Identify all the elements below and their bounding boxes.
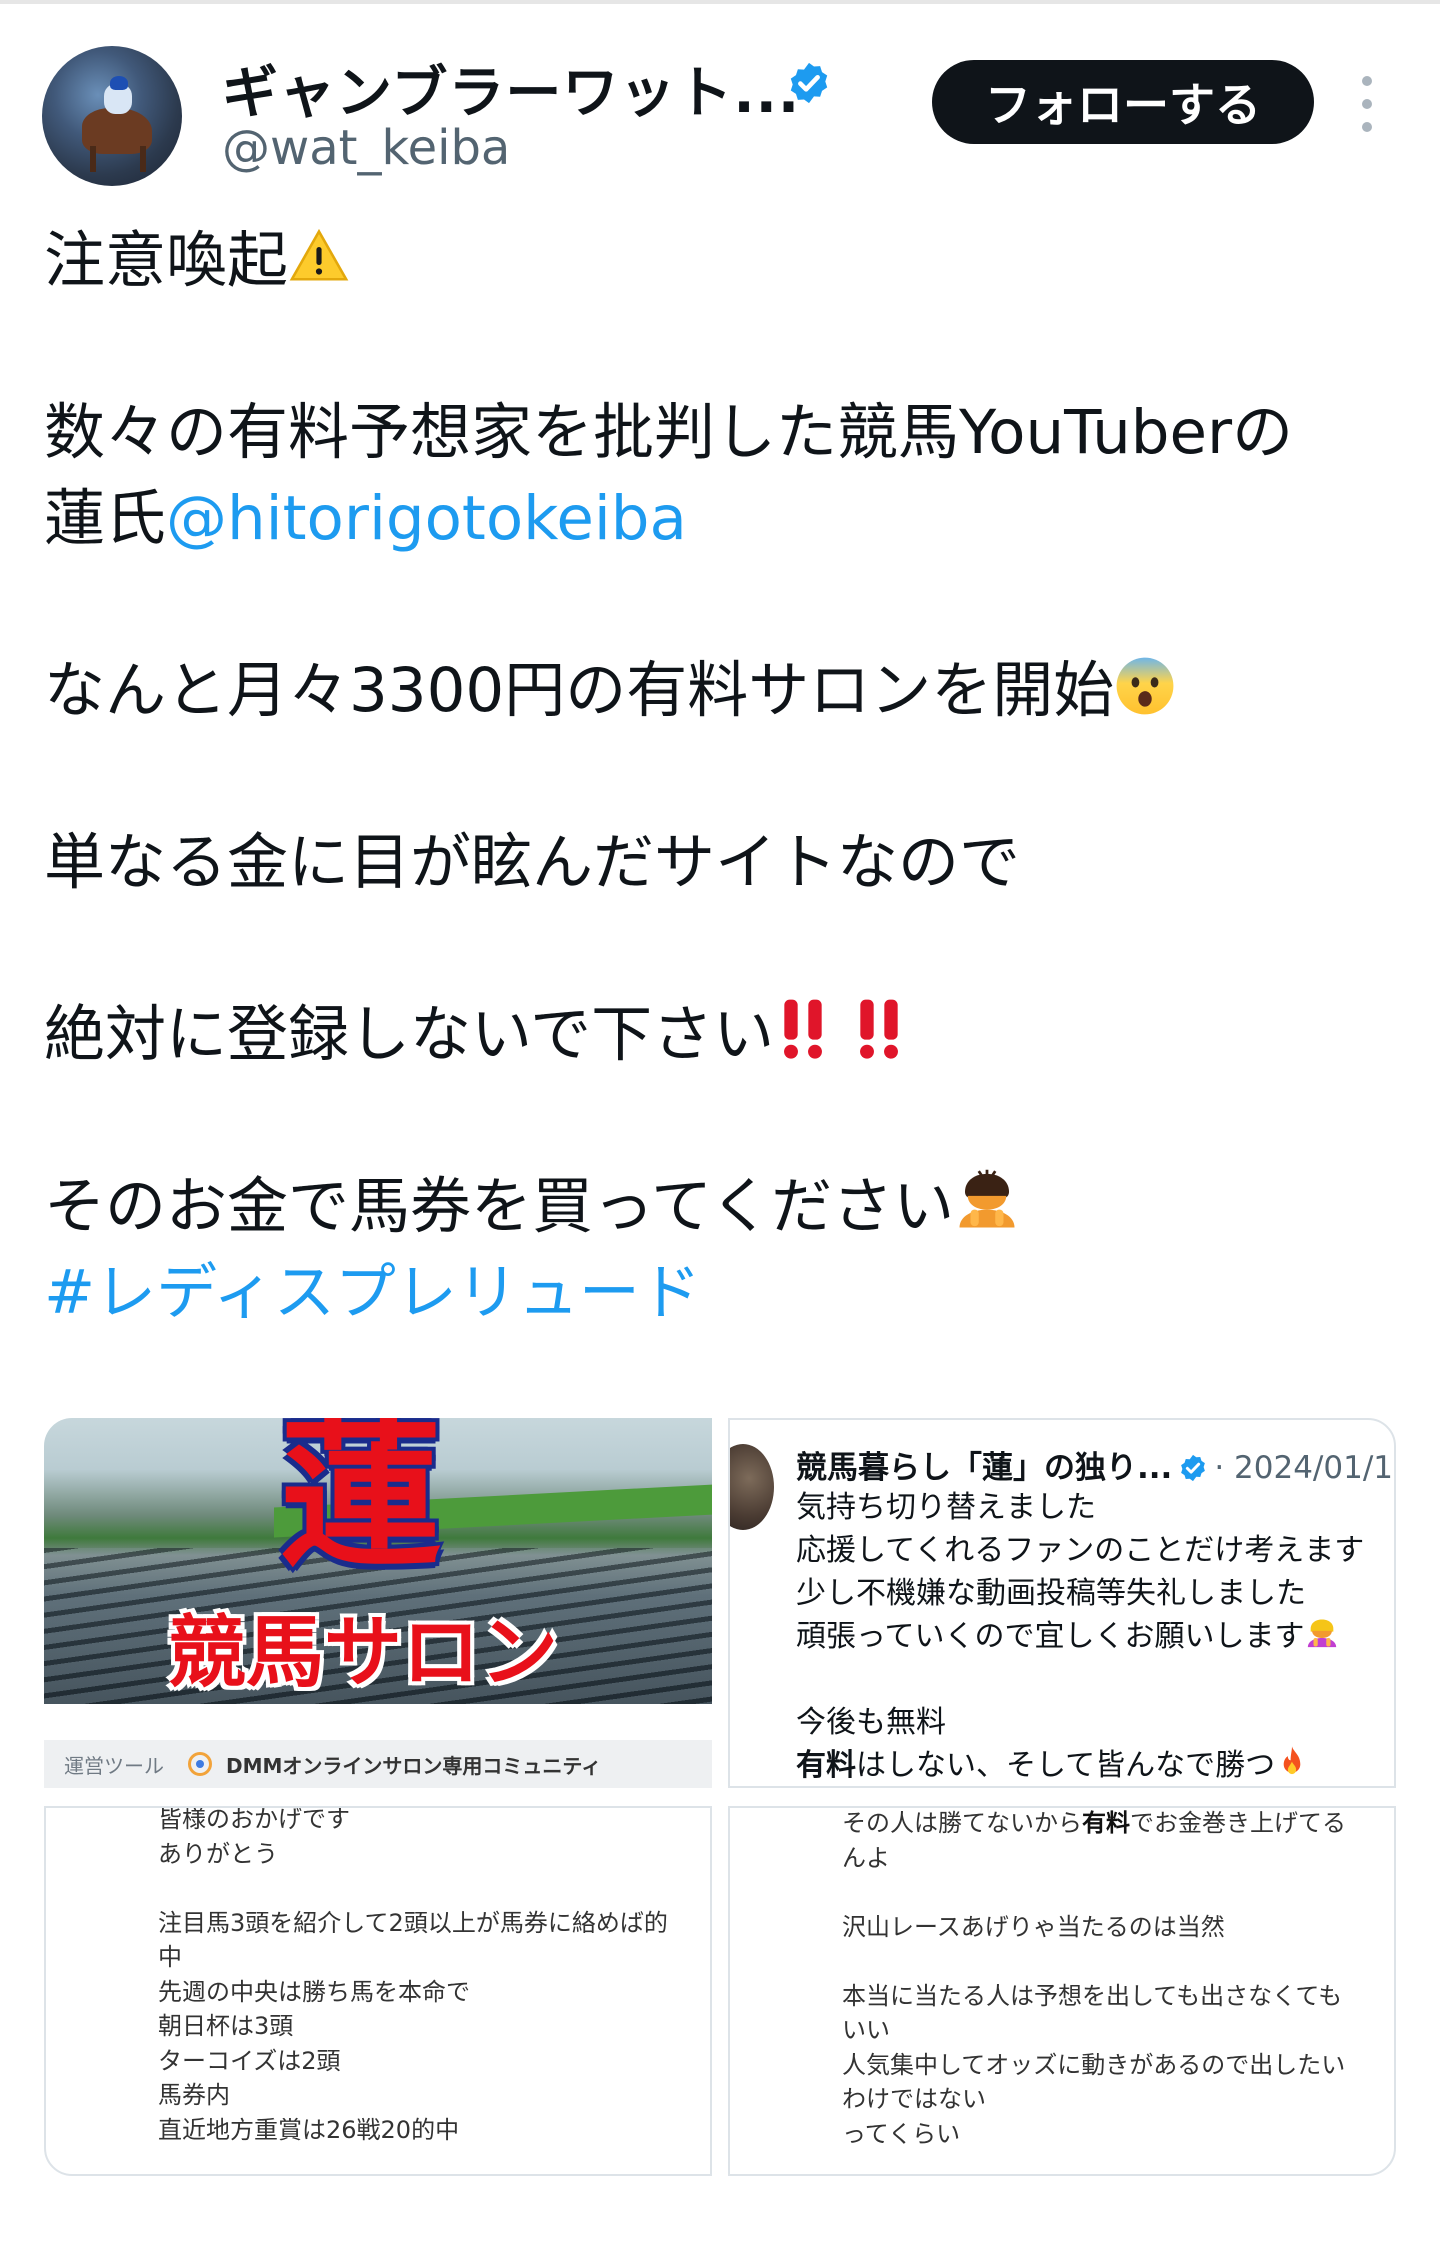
- quoted-name: 競馬暮らし「蓮」の独り...: [796, 1450, 1173, 1486]
- quoted-header: 競馬暮らし「蓮」の独り... · 2024/01/17: [796, 1442, 1396, 1487]
- salon-footer-community: DMMオンラインサロン専用コミュニティ: [226, 1753, 602, 1778]
- quoted-line-text: 頑張っていくので宜しくお願いします: [796, 1619, 1305, 1654]
- double-exclamation-icon: [784, 999, 823, 1059]
- stats-line: 馬券内: [158, 2081, 230, 2109]
- avatar-jockey-cap: [110, 76, 128, 90]
- stats-screenshot[interactable]: 皆様のおかげです ありがとう 注目馬3頭を紹介して2頭以上が馬券に絡めば的 中 …: [44, 1806, 712, 2176]
- fearful-face-icon: [1116, 657, 1174, 715]
- stats-line: 朝日杯は3頭: [158, 2012, 294, 2040]
- tweet-line-text: 数々の有料予想家を批判した競馬YouTuberの: [44, 397, 1294, 468]
- top-divider: [0, 0, 1440, 4]
- reply-line: わけではない: [842, 2085, 986, 2113]
- tweet-line: 注意喚起: [44, 218, 1424, 304]
- reply-line: いい: [842, 2016, 890, 2044]
- tweet-line: 蓮氏@hitorigotokeiba: [44, 476, 1424, 562]
- display-name[interactable]: ギャンブラーワット...: [222, 48, 800, 129]
- reply-text: その人は勝てないから有料でお金巻き上げてる んよ 沢山レースあげりゃ当たるのは当…: [842, 1808, 1346, 2151]
- verified-badge-icon: [790, 62, 828, 104]
- salon-footer-tool: 運営ツール: [64, 1753, 164, 1778]
- tweet-line-text: 注意喚起: [44, 225, 289, 296]
- stats-line: ありがとう: [158, 1839, 278, 1868]
- tweet-line-text: なんと月々3300円の有料サロンを開始: [44, 655, 1115, 726]
- reply-line-text: でお金巻き上げてる: [1130, 1809, 1346, 1837]
- bowing-woman-icon: [1307, 1619, 1336, 1648]
- quoted-bold-word: 有料: [796, 1748, 856, 1783]
- tweet-line-text: 絶対に登録しないで下さい: [44, 999, 775, 1070]
- fire-icon: [1283, 1746, 1301, 1775]
- stats-line: [158, 1871, 668, 1906]
- stats-text: 皆様のおかげです ありがとう 注目馬3頭を紹介して2頭以上が馬券に絡めば的 中 …: [158, 1806, 668, 2147]
- salon-subtitle: 競馬サロン: [168, 1608, 559, 1698]
- quoted-date: · 2024/01/17: [1214, 1450, 1396, 1486]
- tweet-line: なんと月々3300円の有料サロンを開始: [44, 648, 1424, 734]
- quoted-text: 気持ち切り替えました 応援してくれるファンのことだけ考えます 少し不機嫌な動画投…: [796, 1486, 1365, 1786]
- stats-line: 直近地方重賞は26戦20的中: [158, 2115, 460, 2144]
- reply-line: 本当に当たる人は予想を出しても出さなくても: [842, 1981, 1343, 2010]
- salon-image[interactable]: 蓮 競馬サロン 運営ツール DMMオンラインサロン専用コミュニティ: [44, 1418, 712, 1788]
- reply-screenshot[interactable]: その人は勝てないから有料でお金巻き上げてる んよ 沢山レースあげりゃ当たるのは当…: [728, 1806, 1396, 2176]
- quoted-line: 今後も無料: [796, 1705, 946, 1740]
- tweet-text: 注意喚起 数々の有料予想家を批判した競馬YouTuberの 蓮氏@hitorig…: [44, 218, 1424, 1336]
- tweet-line-text: 単なる金に目が眩んだサイトなので: [44, 827, 1021, 898]
- racecourse-photo: 蓮 競馬サロン: [44, 1418, 712, 1704]
- reply-line: 沢山レースあげりゃ当たるのは当然: [842, 1912, 1225, 1941]
- salon-title: 蓮: [280, 1418, 442, 1589]
- dmm-logo-icon: [188, 1752, 212, 1776]
- quoted-avatar: [730, 1444, 774, 1530]
- verified-badge-icon: [1181, 1454, 1206, 1482]
- reply-line: [842, 1944, 1346, 1979]
- tweet-line: そのお金で馬券を買ってください: [44, 1164, 1424, 1250]
- follow-button[interactable]: フォローする: [932, 60, 1314, 144]
- quoted-line: 有料はしない、そして皆んなで勝つ: [796, 1744, 1364, 1786]
- user-handle[interactable]: @wat_keiba: [222, 120, 510, 176]
- tweet-line: 絶対に登録しないで下さい: [44, 992, 1424, 1078]
- quoted-line: 少し不機嫌な動画投稿等失礼しました: [796, 1576, 1306, 1611]
- stats-line: 先週の中央は勝ち馬を本命で: [158, 1977, 470, 2006]
- reply-line: 人気集中してオッズに動きがあるので出したい: [842, 2050, 1346, 2079]
- more-options-icon[interactable]: [1352, 76, 1382, 132]
- quoted-line: 頑張っていくので宜しくお願いします: [796, 1615, 1364, 1658]
- reply-bold-word: 有料: [1082, 1809, 1130, 1837]
- reply-line: その人は勝てないから有料でお金巻き上げてる: [842, 1808, 1346, 1841]
- tweet-line-text: 蓮氏: [44, 483, 167, 554]
- reply-line: [842, 1875, 1346, 1910]
- mention-link[interactable]: @hitorigotokeiba: [166, 483, 687, 554]
- reply-line: ってくらい: [842, 2119, 961, 2148]
- quoted-line-text: はしない、そして皆んなで勝つ: [856, 1748, 1276, 1783]
- media-grid: 蓮 競馬サロン 運営ツール DMMオンラインサロン専用コミュニティ 競馬暮らし「…: [44, 1418, 1396, 2176]
- quoted-line: 気持ち切り替えました: [796, 1490, 1096, 1525]
- quoted-line: 応援してくれるファンのことだけ考えます: [796, 1533, 1365, 1568]
- double-exclamation-icon: [860, 999, 899, 1059]
- reply-line-text: その人は勝てないから: [842, 1809, 1082, 1837]
- tweet-line-text: そのお金で馬券を買ってください: [44, 1171, 955, 1242]
- bowing-person-icon: [959, 1169, 1015, 1228]
- avatar-horse-legs: [90, 146, 146, 172]
- quoted-tweet-screenshot[interactable]: 競馬暮らし「蓮」の独り... · 2024/01/17 気持ち切り替えました 応援…: [728, 1418, 1396, 1788]
- reply-line: んよ: [842, 1843, 890, 1872]
- warning-icon: [289, 228, 349, 281]
- hashtag-link[interactable]: #レディスプレリュード: [44, 1250, 1424, 1336]
- stats-line: 皆様のおかげです: [158, 1806, 350, 1833]
- stats-line: 中: [158, 1943, 182, 1971]
- salon-footer: 運営ツール DMMオンラインサロン専用コミュニティ: [44, 1740, 712, 1788]
- stats-line: ターコイズは2頭: [158, 2046, 341, 2075]
- stats-line: 注目馬3頭を紹介して2頭以上が馬券に絡めば的: [158, 1908, 668, 1937]
- profile-avatar[interactable]: [42, 46, 182, 186]
